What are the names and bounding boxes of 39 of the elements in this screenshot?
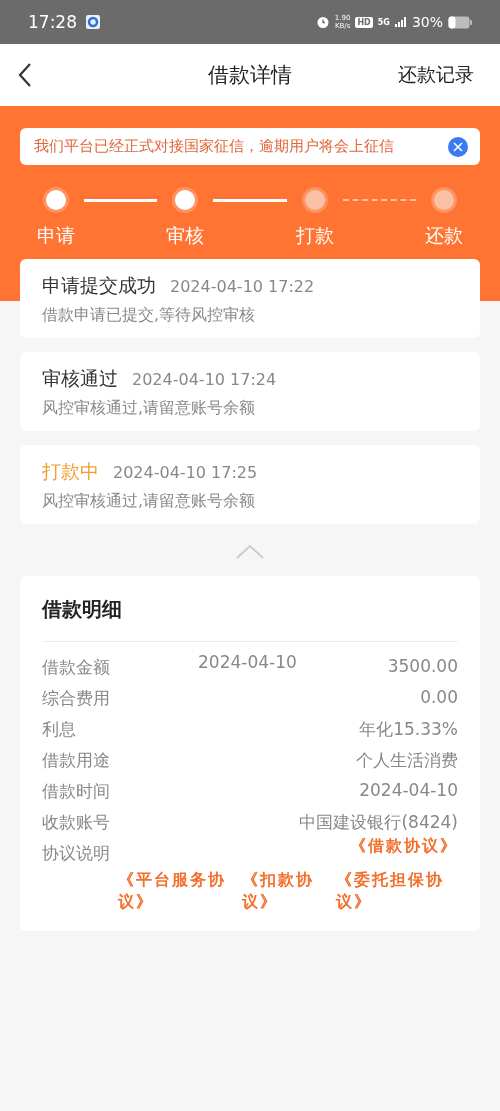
detail-date: 2024-04-10 — [198, 652, 297, 672]
detail-value: 0.00 — [420, 687, 458, 707]
notice-text: 我们平台已经正式对接国家征信，逾期用户将会上征信 — [34, 137, 394, 156]
repayment-records-link[interactable]: 还款记录 — [398, 62, 474, 88]
detail-label: 借款用途 — [42, 749, 110, 772]
step-label: 还款 — [425, 223, 463, 248]
network-label: 5G — [377, 17, 390, 27]
detail-label: 借款金额 — [42, 656, 110, 679]
detail-value: 中国建设银行(8424) — [299, 811, 458, 834]
hd-badge: HD — [355, 16, 373, 28]
timeline-description: 借款申请已提交,等待风控审核 — [42, 305, 256, 326]
status-time: 17:28 — [28, 12, 77, 32]
agreement-link[interactable]: 《委托担保协议》 — [336, 869, 448, 913]
agreement-link[interactable]: 《借款协议》 — [350, 836, 458, 857]
timeline-time: 2024-04-10 17:24 — [132, 370, 277, 389]
battery-percent: 30% — [411, 14, 443, 30]
agreement-link[interactable]: 《扣款协议》 — [242, 869, 324, 913]
detail-label: 收款账号 — [42, 811, 110, 834]
timeline-time: 2024-04-10 17:22 — [170, 277, 315, 296]
detail-label: 协议说明 — [42, 842, 110, 865]
detail-value: 个人生活消费 — [356, 749, 458, 772]
detail-label: 借款时间 — [42, 780, 110, 803]
timeline-title: 打款中 — [42, 459, 99, 484]
step-label: 审核 — [166, 223, 205, 248]
timeline-time: 2024-04-10 17:25 — [113, 463, 258, 482]
detail-label: 综合费用 — [42, 687, 110, 710]
step-label: 申请 — [37, 223, 75, 248]
step-label: 打款 — [295, 223, 334, 248]
timeline-title: 申请提交成功 — [42, 273, 156, 298]
agreement-link[interactable]: 《平台服务协议》 — [118, 869, 230, 913]
detail-value: 年化15.33% — [359, 718, 458, 741]
page-title: 借款详情 — [208, 62, 292, 89]
details-title: 借款明细 — [42, 596, 123, 623]
detail-value: 3500.00 — [387, 656, 458, 676]
detail-label: 利息 — [42, 718, 76, 741]
timeline-description: 风控审核通过,请留意账号余额 — [42, 398, 256, 419]
timeline-title: 审核通过 — [42, 366, 118, 391]
detail-value: 2024-04-10 — [359, 780, 458, 800]
timeline-description: 风控审核通过,请留意账号余额 — [42, 491, 256, 512]
